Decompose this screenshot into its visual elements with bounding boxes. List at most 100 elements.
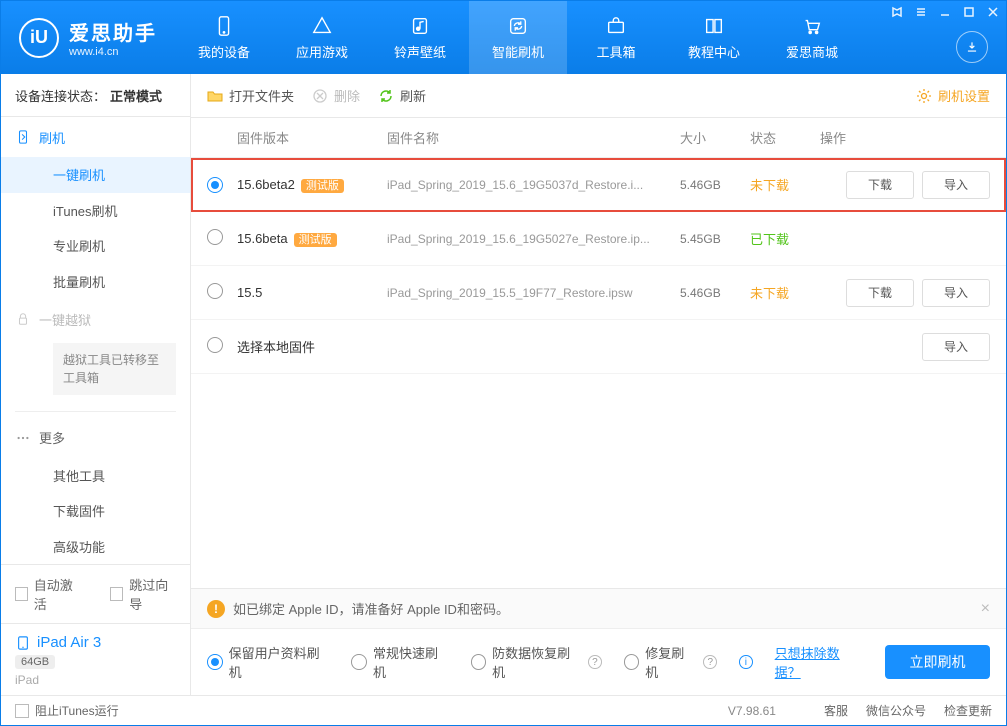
storage-badge: 64GB	[15, 655, 55, 669]
download-button[interactable]: 下载	[846, 279, 914, 307]
refresh-button[interactable]: 刷新	[378, 86, 426, 105]
nav-tutorial[interactable]: 教程中心	[665, 1, 763, 74]
nav-store[interactable]: 爱思商城	[763, 1, 861, 74]
app-name: 爱思助手	[69, 17, 157, 46]
firmware-name: iPad_Spring_2019_15.5_19F77_Restore.ipsw	[387, 286, 680, 300]
firmware-status: 未下载	[750, 283, 820, 302]
help-icon[interactable]: ?	[703, 655, 717, 669]
sidebar-item-batch[interactable]: 批量刷机	[1, 264, 190, 300]
start-flash-button[interactable]: 立即刷机	[885, 645, 990, 679]
sidebar-group-more[interactable]: 更多	[1, 418, 190, 458]
menu-icon[interactable]	[914, 5, 928, 19]
block-itunes-checkbox[interactable]	[15, 704, 29, 718]
tablet-icon	[15, 635, 31, 651]
firmware-status: 已下载	[750, 229, 820, 248]
status-support[interactable]: 客服	[824, 702, 848, 719]
firmware-size: 5.45GB	[680, 232, 750, 246]
refresh-toolbar-icon	[378, 88, 394, 104]
opt-repair[interactable]: 修复刷机?	[624, 643, 717, 681]
sidebar-item-dlfw[interactable]: 下载固件	[1, 493, 190, 529]
main-panel: 打开文件夹 删除 刷新 刷机设置 固件版本 固件名称 大小 状态 操作 15.6…	[191, 74, 1006, 695]
book-icon	[703, 15, 725, 37]
delete-icon	[312, 88, 328, 104]
maximize-icon[interactable]	[962, 5, 976, 19]
firmware-table: 15.6beta2测试版iPad_Spring_2019_15.6_19G503…	[191, 158, 1006, 374]
nav-flash[interactable]: 智能刷机	[469, 1, 567, 74]
nav-my-device[interactable]: 我的设备	[175, 1, 273, 74]
sidebar-divider	[15, 411, 176, 412]
bottom-panel: ! 如已绑定 Apple ID，请准备好 Apple ID和密码。 × 保留用户…	[191, 588, 1006, 695]
auto-activate-checkbox[interactable]	[15, 587, 28, 601]
firmware-row[interactable]: 15.6beta2测试版iPad_Spring_2019_15.6_19G503…	[191, 158, 1006, 212]
skin-icon[interactable]	[890, 5, 904, 19]
import-button[interactable]: 导入	[922, 171, 990, 199]
opt-keep-data[interactable]: 保留用户资料刷机	[207, 643, 329, 681]
firmware-row[interactable]: 选择本地固件导入	[191, 320, 1006, 374]
opt-antirecovery[interactable]: 防数据恢复刷机?	[471, 643, 602, 681]
sidebar-item-othertools[interactable]: 其他工具	[1, 457, 190, 493]
erase-data-link[interactable]: 只想抹除数据？	[775, 643, 863, 681]
row-radio[interactable]	[207, 177, 223, 193]
firmware-row[interactable]: 15.6beta测试版iPad_Spring_2019_15.6_19G5027…	[191, 212, 1006, 266]
device-card[interactable]: iPad Air 3 64GB iPad	[1, 623, 190, 695]
download-button[interactable]: 下载	[846, 171, 914, 199]
close-icon[interactable]	[986, 5, 1000, 19]
appleid-notice: ! 如已绑定 Apple ID，请准备好 Apple ID和密码。 ×	[191, 589, 1006, 629]
skip-guide-checkbox[interactable]	[110, 587, 123, 601]
warning-icon: !	[207, 600, 225, 618]
help-icon[interactable]: ?	[588, 655, 602, 669]
phone-icon	[213, 15, 235, 37]
status-wechat[interactable]: 微信公众号	[866, 702, 926, 719]
status-bar: 阻止iTunes运行 V7.98.61 客服 微信公众号 检查更新	[1, 695, 1006, 725]
app-domain: www.i4.cn	[69, 46, 157, 58]
firmware-row[interactable]: 15.5iPad_Spring_2019_15.5_19F77_Restore.…	[191, 266, 1006, 320]
more-icon	[15, 430, 31, 446]
row-radio[interactable]	[207, 337, 223, 353]
firmware-name: iPad_Spring_2019_15.6_19G5037d_Restore.i…	[387, 178, 680, 192]
firmware-status: 未下载	[750, 175, 820, 194]
refresh-icon	[507, 15, 529, 37]
download-manager-button[interactable]	[956, 31, 988, 63]
top-nav: 我的设备 应用游戏 铃声壁纸 智能刷机 工具箱 教程中心 爱思商城	[175, 1, 861, 74]
row-radio[interactable]	[207, 283, 223, 299]
beta-tag: 测试版	[294, 233, 337, 247]
import-button[interactable]: 导入	[922, 333, 990, 361]
row-radio[interactable]	[207, 229, 223, 245]
connection-status: 设备连接状态： 正常模式	[1, 74, 190, 117]
beta-tag: 测试版	[301, 179, 344, 193]
flash-settings-button[interactable]: 刷机设置	[916, 86, 990, 105]
sidebar-item-pro[interactable]: 专业刷机	[1, 228, 190, 264]
app-header: iU 爱思助手 www.i4.cn 我的设备 应用游戏 铃声壁纸 智能刷机 工具…	[1, 1, 1006, 74]
firmware-size: 5.46GB	[680, 286, 750, 300]
status-update[interactable]: 检查更新	[944, 702, 992, 719]
import-button[interactable]: 导入	[922, 279, 990, 307]
delete-button: 删除	[312, 86, 360, 105]
toolbox-icon	[605, 15, 627, 37]
opt-quick[interactable]: 常规快速刷机	[351, 643, 448, 681]
app-version: V7.98.61	[728, 704, 776, 718]
flash-group-icon	[15, 129, 31, 145]
sidebar-item-advanced[interactable]: 高级功能	[1, 528, 190, 564]
cart-icon	[801, 15, 823, 37]
nav-apps[interactable]: 应用游戏	[273, 1, 371, 74]
sidebar-group-jailbreak: 一键越狱	[1, 299, 190, 339]
firmware-name: iPad_Spring_2019_15.6_19G5027e_Restore.i…	[387, 232, 680, 246]
sidebar-group-flash[interactable]: 刷机	[1, 117, 190, 157]
notice-close-button[interactable]: ×	[981, 600, 990, 618]
nav-ringtone[interactable]: 铃声壁纸	[371, 1, 469, 74]
logo-icon: iU	[19, 18, 59, 58]
minimize-icon[interactable]	[938, 5, 952, 19]
folder-icon	[207, 88, 223, 104]
apps-icon	[311, 15, 333, 37]
lock-icon	[15, 311, 31, 327]
flash-options: 保留用户资料刷机 常规快速刷机 防数据恢复刷机? 修复刷机? i 只想抹除数据？…	[191, 629, 1006, 695]
nav-toolbox[interactable]: 工具箱	[567, 1, 665, 74]
auto-activate-row: 自动激活 跳过向导	[15, 575, 176, 613]
sidebar-item-oneclick[interactable]: 一键刷机	[1, 157, 190, 193]
gear-icon	[916, 88, 932, 104]
sidebar-item-itunes[interactable]: iTunes刷机	[1, 193, 190, 229]
info-icon[interactable]: i	[739, 655, 753, 669]
open-folder-button[interactable]: 打开文件夹	[207, 86, 294, 105]
table-header: 固件版本 固件名称 大小 状态 操作	[191, 118, 1006, 158]
toolbar: 打开文件夹 删除 刷新 刷机设置	[191, 74, 1006, 118]
